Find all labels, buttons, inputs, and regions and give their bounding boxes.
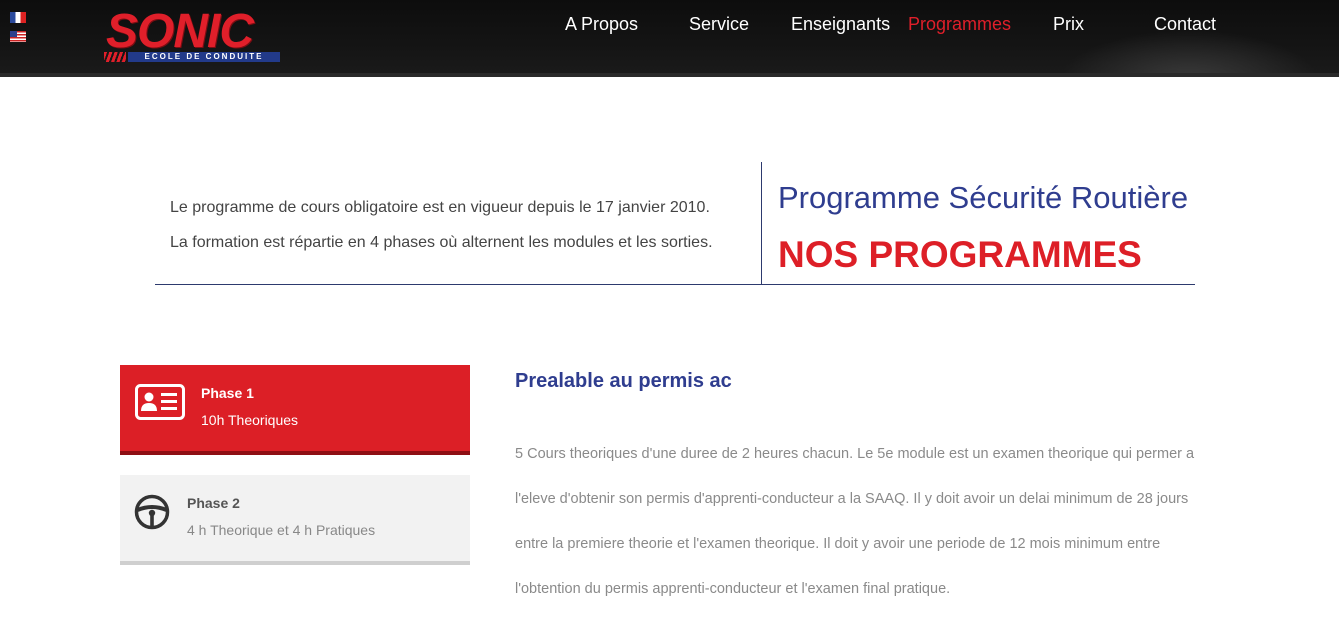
content-title: Prealable au permis ac (515, 370, 732, 392)
nav-item-programmes[interactable]: Programmes (908, 14, 1011, 35)
content-line: 5 Cours theoriques d'une duree de 2 heur… (515, 446, 1195, 462)
nav-item-enseignants[interactable]: Enseignants (791, 14, 890, 35)
content-body: 5 Cours theoriques d'une duree de 2 heur… (515, 432, 1205, 612)
phase-2-title: Phase 2 (187, 495, 240, 511)
logo-stripes (104, 52, 126, 62)
logo-wordmark: SONIC (106, 5, 254, 58)
steering-wheel-icon (134, 494, 170, 535)
site-header: SONIC ECOLE DE CONDUITE A Propos Service… (0, 0, 1339, 77)
content-line: l'obtention du permis apprenti-conducteu… (515, 581, 951, 597)
nav-item-prix[interactable]: Prix (1053, 14, 1084, 35)
intro-text: Le programme de cours obligatoire est en… (170, 190, 760, 260)
language-switcher (10, 12, 26, 50)
phase-1-title: Phase 1 (201, 385, 254, 401)
nav-item-a-propos[interactable]: A Propos (565, 14, 638, 35)
phase-1-description: 10h Theoriques (201, 412, 299, 428)
nav-item-service[interactable]: Service (689, 14, 749, 35)
logo-tagline: ECOLE DE CONDUITE (128, 52, 280, 62)
tab-phase-1[interactable]: Phase 1 10h Theoriques (120, 365, 470, 455)
intro-line-2: La formation est répartie en 4 phases où… (170, 234, 713, 251)
site-logo[interactable]: SONIC ECOLE DE CONDUITE (104, 5, 280, 64)
us-flag-icon[interactable] (10, 31, 26, 42)
horizontal-divider (155, 284, 1195, 285)
content-line: l'eleve d'obtenir son permis d'apprenti-… (515, 491, 1189, 507)
section-subtitle: Programme Sécurité Routière (778, 180, 1189, 215)
page-title: NOS PROGRAMMES (778, 234, 1142, 275)
content-line: entre la premiere theorie et l'examen th… (515, 536, 1161, 552)
vertical-divider (761, 162, 762, 285)
intro-line-1: Le programme de cours obligatoire est en… (170, 199, 710, 216)
id-card-icon (135, 384, 185, 425)
nav-item-contact[interactable]: Contact (1154, 14, 1216, 35)
french-flag-icon[interactable] (10, 12, 26, 23)
tab-phase-2[interactable]: Phase 2 4 h Theorique et 4 h Pratiques (120, 475, 470, 565)
phase-2-description: 4 h Theorique et 4 h Pratiques (187, 522, 376, 538)
